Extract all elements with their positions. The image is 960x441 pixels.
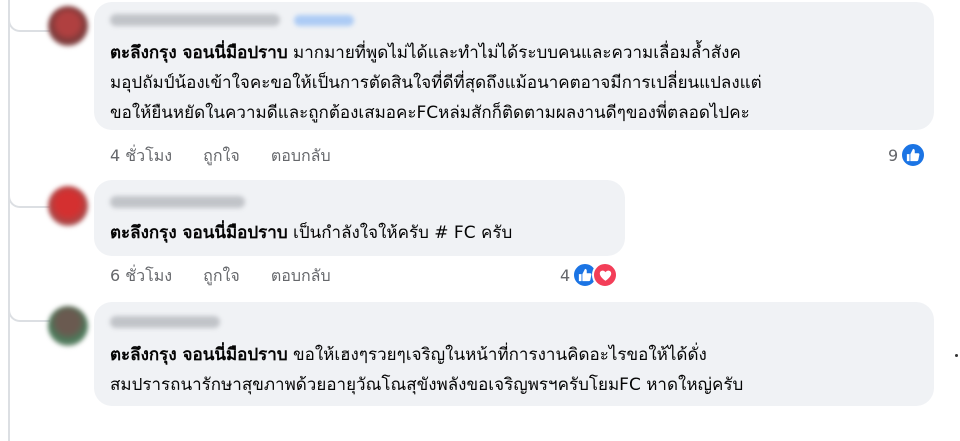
comment-text: ตะลึงกรุง จอนนี่มือปราบ ขอให้เฮงๆรวยๆเจร…: [110, 345, 707, 365]
love-icon: [592, 262, 619, 288]
comment-bubble: ตะลึงกรุง จอนนี่มือปราบ ขอให้เฮงๆรวยๆเจร…: [94, 302, 934, 406]
comment-actions: 6 ชั่วโมง ถูกใจ ตอบกลับ: [110, 264, 357, 289]
comment-bubble: ตะลึงกรุง จอนนี่มือปราบ เป็นกำลังใจให้คร…: [94, 180, 625, 256]
avatar[interactable]: [48, 6, 88, 46]
reply-button[interactable]: ตอบกลับ: [271, 266, 331, 285]
commenter-name-blurred[interactable]: [110, 196, 245, 208]
reaction-count: 4: [560, 265, 571, 285]
mentioned-author[interactable]: ตะลึงกรุง จอนนี่มือปราบ: [110, 43, 288, 63]
comment-text-line: สมปรารถนารักษาสุขภาพด้วยอายุวัณโณสุขังพล…: [110, 375, 744, 395]
mentioned-author[interactable]: ตะลึงกรุง จอนนี่มือปราบ: [110, 345, 288, 365]
thread-line: [8, 0, 10, 441]
commenter-name-blurred[interactable]: [110, 316, 220, 328]
more-options-icon[interactable]: [955, 354, 958, 357]
reply-button[interactable]: ตอบกลับ: [271, 146, 331, 165]
comment-time[interactable]: 4 ชั่วโมง: [110, 146, 172, 165]
like-button[interactable]: ถูกใจ: [203, 266, 240, 285]
comment-text-line: มอุปถัมป์น้องเข้าใจคะขอให้เป็นการตัดสินใ…: [110, 73, 762, 93]
comment-actions: 4 ชั่วโมง ถูกใจ ตอบกลับ: [110, 144, 357, 169]
mentioned-author[interactable]: ตะลึงกรุง จอนนี่มือปราบ: [110, 223, 288, 243]
comment-time[interactable]: 6 ชั่วโมง: [110, 266, 172, 285]
commenter-name-blurred[interactable]: [110, 14, 280, 26]
reaction-summary[interactable]: 9: [888, 142, 927, 168]
like-button[interactable]: ถูกใจ: [203, 146, 240, 165]
reaction-summary[interactable]: 4: [560, 262, 619, 288]
reaction-count: 9: [888, 145, 899, 165]
thread-branch: [8, 10, 50, 32]
comment-bubble: ตะลึงกรุง จอนนี่มือปราบ มากมายที่พูดไม่ไ…: [94, 2, 934, 130]
comment-text-line: ขอให้ยืนหยัดในความดีและถูกต้องเสมอคะFCหล…: [110, 103, 750, 123]
comment-text: ตะลึงกรุง จอนนี่มือปราบ มากมายที่พูดไม่ไ…: [110, 43, 741, 63]
avatar[interactable]: [48, 186, 88, 226]
comment-text: ตะลึงกรุง จอนนี่มือปราบ เป็นกำลังใจให้คร…: [110, 223, 513, 243]
thread-branch: [8, 186, 50, 208]
thread-branch: [8, 300, 50, 322]
follow-link-blurred[interactable]: [294, 15, 354, 26]
avatar[interactable]: [48, 306, 88, 346]
like-icon: [900, 142, 927, 168]
